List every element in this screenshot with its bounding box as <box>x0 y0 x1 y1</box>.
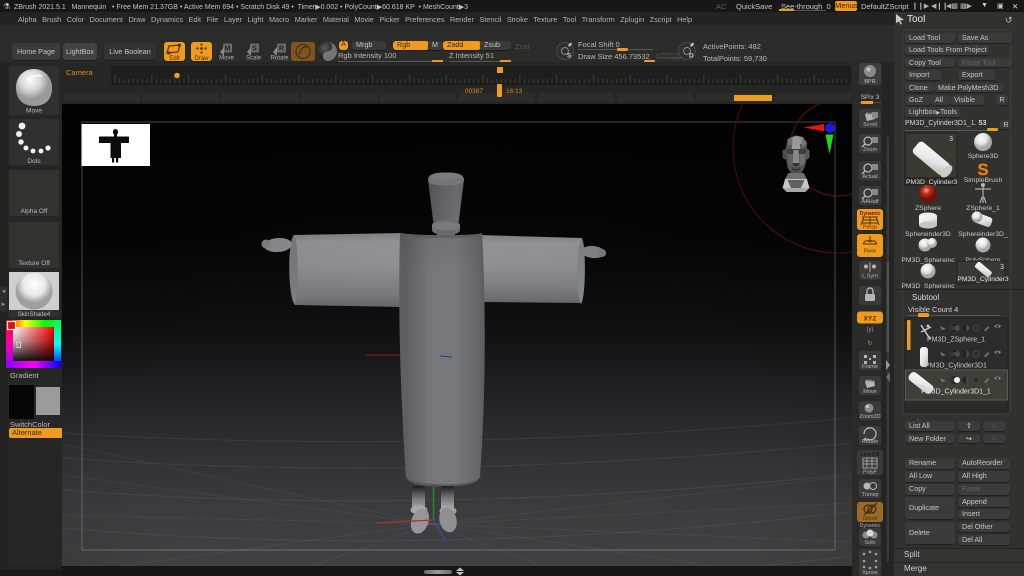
svg-text:00387: 00387 <box>465 88 483 95</box>
svg-text:L.Sym: L.Sym <box>862 274 878 280</box>
svg-text:Rotate: Rotate <box>271 56 289 62</box>
svg-text:3: 3 <box>949 136 953 143</box>
svg-text:PolyF: PolyF <box>863 470 878 476</box>
svg-text:PM3D_Cylinder3D1: PM3D_Cylinder3D1 <box>925 363 987 370</box>
svg-text:SPix 3: SPix 3 <box>861 94 880 101</box>
svg-text:Sphereinder3D: Sphereinder3D <box>905 231 951 238</box>
svg-text:AAHalf: AAHalf <box>861 199 879 205</box>
svg-text:Scale: Scale <box>246 56 262 62</box>
svg-text:Edit: Edit <box>169 56 180 61</box>
svg-text:Camera: Camera <box>66 68 94 77</box>
svg-text:R: R <box>279 46 284 53</box>
svg-text:3: 3 <box>1000 264 1004 271</box>
svg-text:Floor: Floor <box>864 249 877 255</box>
svg-text:PM3D_Sphereinc: PM3D_Sphereinc <box>901 257 955 264</box>
svg-text:Xpose: Xpose <box>862 570 878 576</box>
svg-text:Transp: Transp <box>862 492 879 498</box>
svg-text:Solo: Solo <box>864 540 875 546</box>
svg-text:Line Fill: Line Fill <box>861 452 881 458</box>
svg-text:16:13: 16:13 <box>506 88 523 95</box>
svg-text:ZSphere: ZSphere <box>915 205 941 212</box>
svg-text:S: S <box>567 53 572 60</box>
svg-text:Rotate: Rotate <box>862 439 878 445</box>
svg-text:Move: Move <box>863 389 876 395</box>
svg-text:BPR: BPR <box>864 79 875 85</box>
svg-text:PM3D_Cylinder3: PM3D_Cylinder3 <box>957 276 1009 283</box>
svg-text:Frame: Frame <box>862 364 878 370</box>
svg-text:Scroll: Scroll <box>863 122 877 128</box>
svg-text:SimpleBrush: SimpleBrush <box>964 177 1003 184</box>
svg-text:Actual: Actual <box>862 174 877 180</box>
svg-text:XYZ: XYZ <box>864 316 877 323</box>
svg-text:Move: Move <box>219 56 234 62</box>
svg-text:Sphere3D: Sphere3D <box>968 153 999 160</box>
svg-text:Dynamic: Dynamic <box>860 211 881 217</box>
svg-text:Move: Move <box>26 108 42 115</box>
svg-text:Persp: Persp <box>863 225 877 231</box>
svg-text:(y): (y) <box>867 327 874 333</box>
svg-text:PM3D_Cylinder3D1_1: PM3D_Cylinder3D1_1 <box>921 389 991 396</box>
svg-text:Ghost: Ghost <box>863 516 878 522</box>
svg-text:Zoom: Zoom <box>863 147 877 153</box>
svg-text:ZSphere_1: ZSphere_1 <box>966 205 1000 212</box>
svg-text:↻: ↻ <box>867 340 872 347</box>
svg-text:Zoom3D: Zoom3D <box>859 414 880 420</box>
svg-text:PM3D_Cylinder3: PM3D_Cylinder3 <box>906 179 958 186</box>
svg-text:D: D <box>689 53 694 60</box>
svg-text:PM3D_ZSphere_1: PM3D_ZSphere_1 <box>927 337 985 344</box>
svg-text:SkinShade4: SkinShade4 <box>18 312 51 317</box>
svg-text:Sphereinder3D_: Sphereinder3D_ <box>958 231 1008 238</box>
svg-text:Dots: Dots <box>27 158 41 165</box>
svg-text:M: M <box>225 46 231 53</box>
svg-text:Draw: Draw <box>194 56 209 61</box>
svg-text:S: S <box>252 46 257 53</box>
